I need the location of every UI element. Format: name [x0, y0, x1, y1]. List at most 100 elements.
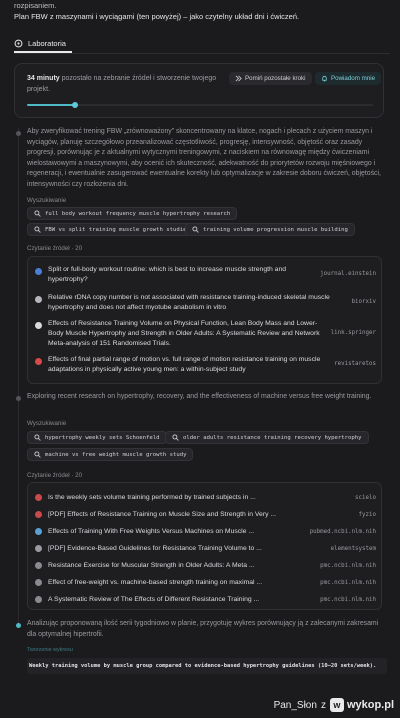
source-favicon-icon	[35, 562, 42, 569]
source-favicon-icon	[35, 322, 42, 329]
watermark-site: wykop.pl	[346, 699, 394, 711]
source-item[interactable]: [PDF] Evidence-Based Guidelines for Resi…	[28, 543, 381, 557]
source-item[interactable]: Effects of Resistance Training Volume on…	[28, 319, 381, 351]
source-domain: link.springer	[330, 330, 376, 336]
source-title: Effects of Resistance Training Volume on…	[48, 320, 320, 347]
notify-button[interactable]: Powiadom mnie	[315, 72, 382, 85]
source-item[interactable]: Is the weekly sets volume training perfo…	[28, 492, 381, 506]
notify-label: Powiadom mnie	[331, 75, 376, 82]
prompt-request: Plan FBW z maszynami i wyciągami (ten po…	[14, 12, 300, 21]
search-query: hypertrophy weekly sets Schoenfeld	[45, 434, 160, 441]
source-domain: pmc.ncbi.nlm.nih	[320, 563, 376, 569]
wykop-logo-icon: w	[329, 698, 344, 712]
search-query-chip[interactable]: hypertrophy weekly sets Schoenfeld	[27, 431, 167, 444]
source-domain: biorxiv	[351, 299, 376, 305]
sources-label: Czytanie źródeł · 20	[27, 245, 83, 252]
source-item[interactable]: [PDF] Effects of Resistance Training on …	[28, 509, 381, 523]
source-favicon-icon	[35, 545, 42, 552]
source-favicon-icon	[35, 596, 42, 603]
search-query-chip[interactable]: full body workout frequency muscle hyper…	[27, 207, 238, 220]
source-domain: journal.einstein	[320, 271, 376, 277]
user-prompt: rozpisaniem. Plan FBW z maszynami i wyci…	[14, 0, 390, 22]
sources-list: Is the weekly sets volume training perfo…	[27, 482, 382, 610]
source-title: Is the weekly sets volume training perfo…	[48, 494, 256, 501]
source-favicon-icon	[35, 296, 42, 303]
source-item[interactable]: Effects of final partial range of motion…	[28, 355, 381, 379]
tab-bar: Laboratoria	[14, 34, 390, 53]
timeline-line	[18, 128, 19, 623]
source-item[interactable]: Split or full-body workout routine: whic…	[28, 265, 381, 287]
source-domain: revistaretos	[334, 361, 376, 367]
progress-text: 34 minuty pozostało na zebranie źródeł i…	[27, 73, 217, 95]
source-item[interactable]: A Systematic Review of The Effects of Di…	[28, 594, 381, 608]
search-label: Wyszukiwanie	[27, 197, 67, 204]
creating-label-b: wykresu	[53, 647, 73, 653]
tab-laboratoria[interactable]: Laboratoria	[14, 39, 66, 48]
source-title: [PDF] Effects of Resistance Training on …	[48, 511, 277, 518]
source-item[interactable]: Effects of Training With Free Weights Ve…	[28, 526, 381, 540]
search-query-chip[interactable]: machine vs free weight muscle growth stu…	[27, 448, 194, 461]
source-title: Effect of free-weight vs. machine-based …	[48, 579, 263, 586]
source-favicon-icon	[35, 358, 42, 365]
source-title: Relative rDNA copy number is not associa…	[48, 294, 330, 311]
divider	[14, 53, 390, 54]
source-domain: pmc.ncbi.nlm.nih	[320, 580, 376, 586]
search-query: full body workout frequency muscle hyper…	[45, 210, 231, 217]
search-query-chip[interactable]: training volume progression muscle build…	[185, 223, 355, 236]
source-domain: fyzio	[358, 512, 376, 518]
source-title: [PDF] Evidence-Based Guidelines for Resi…	[48, 545, 262, 552]
watermark: Pan_Słon z w wykop.pl	[274, 698, 394, 712]
source-item[interactable]: Relative rDNA copy number is not associa…	[28, 293, 381, 315]
watermark-via: z	[320, 699, 326, 711]
source-domain: pmc.ncbi.nlm.nih	[320, 597, 376, 603]
search-query-chip[interactable]: older adults resistance training recover…	[165, 431, 369, 444]
source-domain: pubmed.ncbi.nlm.nih	[309, 529, 376, 535]
wykop-logo: w wykop.pl	[329, 698, 394, 712]
progress-card: 34 minuty pozostało na zebranie źródeł i…	[14, 63, 384, 118]
source-title: Split or full-body workout routine: whic…	[48, 266, 287, 283]
source-favicon-icon	[35, 579, 42, 586]
search-icon	[192, 226, 199, 233]
search-icon	[172, 434, 179, 441]
creating-chart-label: Tworzenie wykresu	[27, 647, 73, 653]
chart-title-code: Weekly training volume by muscle group c…	[27, 658, 387, 674]
sources-list: Split or full-body workout routine: whic…	[27, 256, 382, 384]
step-dot-active	[16, 623, 21, 628]
progress-bar-fill	[27, 104, 76, 106]
source-item[interactable]: Effect of free-weight vs. machine-based …	[28, 577, 381, 591]
lab-icon	[14, 39, 23, 47]
search-query: older adults resistance training recover…	[183, 434, 362, 441]
source-domain: scielo	[355, 495, 376, 501]
source-domain: elementsystem	[330, 546, 376, 552]
source-favicon-icon	[35, 528, 42, 535]
search-query: FBW vs split training muscle growth stud…	[45, 226, 190, 233]
source-title: A Systematic Review of The Effects of Di…	[48, 596, 260, 603]
source-title: Resistance Exercise for Muscular Strengt…	[48, 562, 255, 569]
watermark-user: Pan_Słon	[273, 699, 317, 711]
search-query: training volume progression muscle build…	[203, 226, 348, 233]
search-icon	[34, 226, 41, 233]
step-text: Exploring recent research on hypertrophy…	[27, 393, 372, 400]
creating-label-a: Tworzenie	[27, 647, 52, 653]
source-title: Effects of Training With Free Weights Ve…	[48, 528, 255, 535]
prompt-cut-line: rozpisaniem.	[14, 1, 57, 10]
progress-bar	[27, 102, 373, 108]
search-query-chip[interactable]: FBW vs split training muscle growth stud…	[27, 223, 197, 236]
search-icon	[34, 451, 41, 458]
source-title: Effects of final partial range of motion…	[48, 356, 321, 373]
bell-icon	[322, 76, 327, 82]
step-text: Analizując proponowaną ilość serii tygod…	[27, 620, 379, 638]
search-icon	[34, 434, 41, 441]
skip-steps-button[interactable]: Pomiń pozostałe kroki	[229, 72, 312, 85]
step-dot	[16, 396, 21, 401]
tab-label: Laboratoria	[28, 38, 66, 48]
skip-label: Pomiń pozostałe kroki	[245, 75, 306, 82]
step-dot	[16, 131, 21, 136]
step-text: Aby zweryfikować trening FBW „zrównoważo…	[27, 128, 381, 188]
skip-icon	[235, 75, 242, 82]
search-label: Wyszukiwanie	[27, 420, 67, 427]
source-item[interactable]: Resistance Exercise for Muscular Strengt…	[28, 560, 381, 574]
search-query: machine vs free weight muscle growth stu…	[45, 451, 187, 458]
source-favicon-icon	[35, 511, 42, 518]
search-icon	[34, 210, 41, 217]
